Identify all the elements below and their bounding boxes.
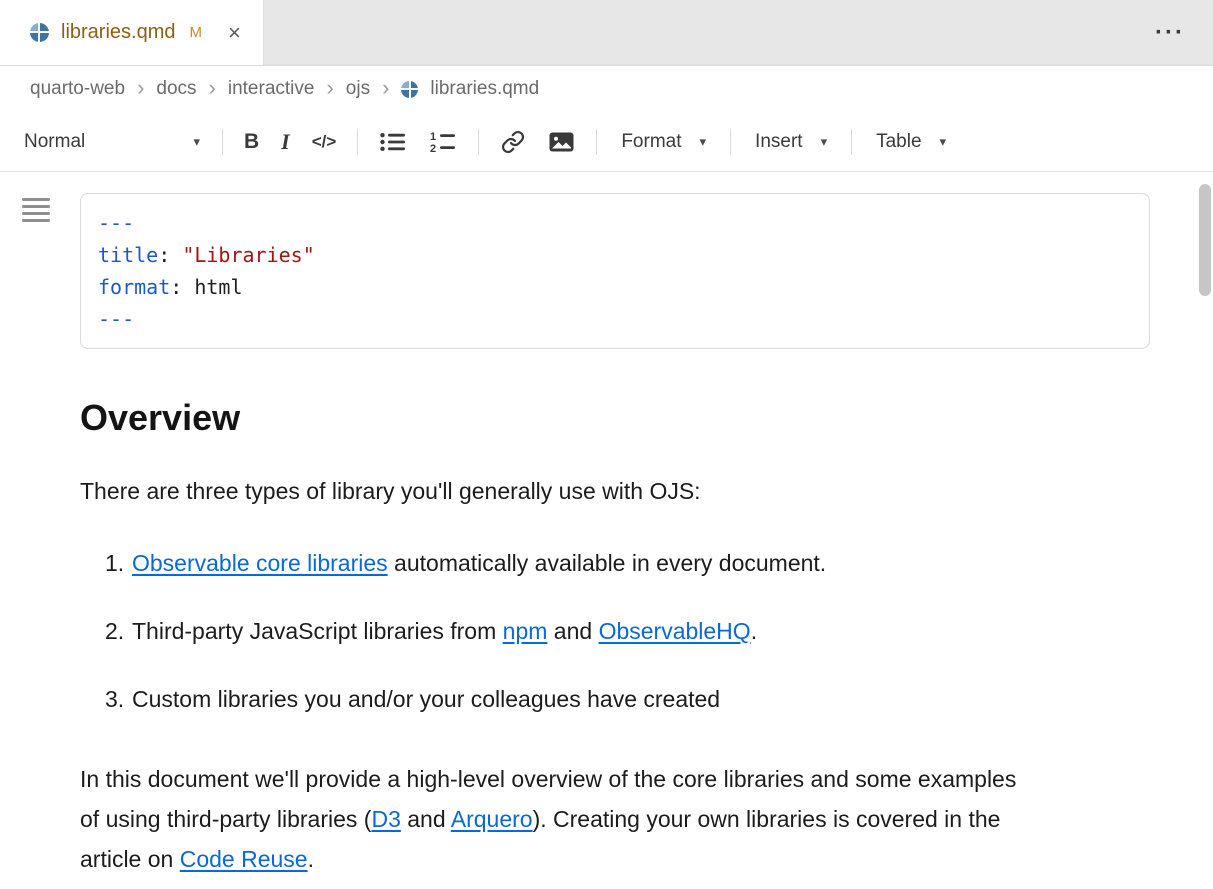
chevron-right-icon: › xyxy=(137,77,144,99)
intro-paragraph: There are three types of library you'll … xyxy=(80,475,1110,507)
link-code-reuse[interactable]: Code Reuse xyxy=(180,846,308,872)
toolbar-separator xyxy=(851,129,852,155)
bullet-list-icon xyxy=(380,132,406,152)
text-segment: automatically available in every documen… xyxy=(388,550,827,576)
toolbar-separator xyxy=(357,129,358,155)
toolbar-separator xyxy=(596,129,597,155)
insert-menu[interactable]: Insert ▾ xyxy=(741,122,841,162)
table-menu-label: Table xyxy=(876,131,921,153)
numbered-list-button[interactable]: 12 xyxy=(418,122,468,162)
link-d3[interactable]: D3 xyxy=(371,806,400,832)
toolbar-separator xyxy=(478,129,479,155)
link-arquero[interactable]: Arquero xyxy=(451,806,533,832)
yaml-metadata-block[interactable]: --- title: "Libraries" format: html --- xyxy=(80,193,1150,349)
list-item-number: 2. xyxy=(105,615,132,647)
yaml-key-title: title xyxy=(98,243,158,267)
quarto-icon xyxy=(401,81,418,98)
list-item-text: Third-party JavaScript libraries from np… xyxy=(132,615,757,647)
editor-canvas[interactable]: --- title: "Libraries" format: html --- … xyxy=(0,172,1213,889)
breadcrumb-item-ojs[interactable]: ojs xyxy=(346,78,370,100)
chevron-down-icon: ▾ xyxy=(193,134,200,150)
text-segment: and xyxy=(547,618,598,644)
code-button[interactable]: </> xyxy=(301,122,348,162)
tab-title: libraries.qmd xyxy=(61,21,175,44)
text-segment: and xyxy=(401,806,451,832)
paragraph-style-label: Normal xyxy=(24,131,85,153)
bold-button[interactable]: B xyxy=(233,122,270,162)
breadcrumb: quarto-web › docs › interactive › ojs › … xyxy=(0,66,1213,112)
yaml-fence: --- xyxy=(98,307,134,331)
quarto-icon xyxy=(30,23,49,42)
text-segment: Custom libraries you and/or your colleag… xyxy=(132,686,720,712)
list-item-number: 1. xyxy=(105,547,132,579)
link-button[interactable] xyxy=(489,122,537,162)
yaml-key-format: format xyxy=(98,275,170,299)
link-observable-core-libraries[interactable]: Observable core libraries xyxy=(132,550,388,576)
toolbar-separator xyxy=(730,129,731,155)
list-item-text: Observable core libraries automatically … xyxy=(132,547,826,579)
image-icon xyxy=(549,132,574,152)
breadcrumb-item-quarto-web[interactable]: quarto-web xyxy=(30,78,125,100)
toolbar-separator xyxy=(222,129,223,155)
toolbar: Normal ▾ B I </> 12 Format ▾ Insert ▾ Ta… xyxy=(0,112,1213,172)
link-icon xyxy=(501,130,525,154)
list-item: 1. Observable core libraries automatical… xyxy=(80,547,1153,579)
more-actions-icon[interactable]: ··· xyxy=(1155,21,1185,45)
link-observablehq[interactable]: ObservableHQ xyxy=(599,618,751,644)
link-npm[interactable]: npm xyxy=(503,618,548,644)
svg-text:2: 2 xyxy=(430,143,436,153)
bullet-list-button[interactable] xyxy=(368,122,418,162)
paragraph-style-dropdown[interactable]: Normal ▾ xyxy=(12,122,212,162)
breadcrumb-item-libraries-qmd[interactable]: libraries.qmd xyxy=(430,78,539,100)
table-menu[interactable]: Table ▾ xyxy=(862,122,960,162)
image-button[interactable] xyxy=(537,122,586,162)
yaml-value-title: "Libraries" xyxy=(182,243,314,267)
yaml-separator: : xyxy=(170,275,194,299)
text-segment: . xyxy=(751,618,757,644)
chevron-right-icon: › xyxy=(209,77,216,99)
numbered-list: 1. Observable core libraries automatical… xyxy=(80,547,1153,715)
tab-libraries-qmd[interactable]: libraries.qmd M × xyxy=(0,0,264,65)
text-segment: Third-party JavaScript libraries from xyxy=(132,618,503,644)
git-modified-badge: M xyxy=(189,24,202,41)
text-segment: . xyxy=(308,846,314,872)
list-item: 3. Custom libraries you and/or your coll… xyxy=(80,683,1153,715)
format-menu-label: Format xyxy=(621,131,681,153)
svg-text:1: 1 xyxy=(430,131,436,143)
italic-button[interactable]: I xyxy=(270,122,301,162)
yaml-fence: --- xyxy=(98,211,134,235)
vertical-scrollbar-thumb[interactable] xyxy=(1199,184,1211,296)
document-heading: Overview xyxy=(80,397,1153,439)
chevron-right-icon: › xyxy=(326,77,333,99)
chevron-right-icon: › xyxy=(382,77,389,99)
tab-bar: libraries.qmd M × ··· xyxy=(0,0,1213,66)
numbered-list-icon: 12 xyxy=(430,131,456,153)
insert-menu-label: Insert xyxy=(755,131,803,153)
yaml-value-format: html xyxy=(194,275,242,299)
chevron-down-icon: ▾ xyxy=(700,134,707,150)
chevron-down-icon: ▾ xyxy=(940,134,947,150)
chevron-down-icon: ▾ xyxy=(821,134,828,150)
list-item-text: Custom libraries you and/or your colleag… xyxy=(132,683,720,715)
list-item: 2. Third-party JavaScript libraries from… xyxy=(80,615,1153,647)
drag-handle-icon[interactable] xyxy=(22,198,50,228)
breadcrumb-item-interactive[interactable]: interactive xyxy=(228,78,315,100)
list-item-number: 3. xyxy=(105,683,132,715)
format-menu[interactable]: Format ▾ xyxy=(607,122,720,162)
close-icon[interactable]: × xyxy=(228,22,241,44)
yaml-separator: : xyxy=(158,243,182,267)
breadcrumb-item-docs[interactable]: docs xyxy=(156,78,196,100)
closing-paragraph: In this document we'll provide a high-le… xyxy=(80,759,1030,879)
